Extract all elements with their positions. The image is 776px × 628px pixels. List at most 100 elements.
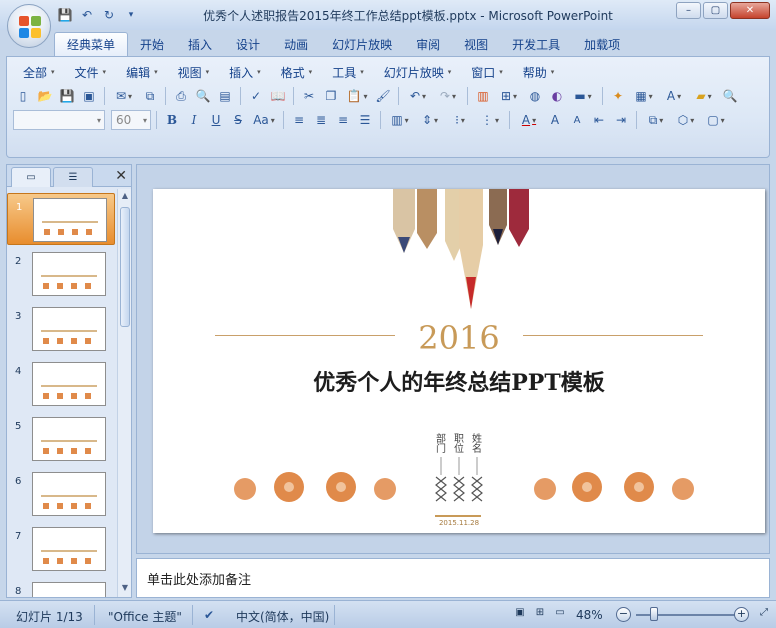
slide-thumbnail[interactable]: 4: [7, 358, 115, 410]
permission-icon[interactable]: ▣: [79, 86, 99, 106]
tab-8[interactable]: 开发工具: [500, 32, 572, 56]
scroll-thumb[interactable]: [120, 207, 130, 327]
tab-5[interactable]: 幻灯片放映: [320, 32, 404, 56]
fit-to-window-icon[interactable]: ⤢: [756, 607, 772, 622]
minimize-button[interactable]: –: [676, 2, 701, 19]
slide-thumbnail[interactable]: 2: [7, 248, 115, 300]
menu-item-7[interactable]: 幻灯片放映 ▾: [374, 63, 462, 81]
slide-thumbnail[interactable]: 7: [7, 523, 115, 575]
menu-item-5[interactable]: 格式 ▾: [271, 63, 323, 81]
columns-icon[interactable]: ▥: [386, 110, 414, 130]
menu-item-4[interactable]: 插入 ▾: [219, 63, 271, 81]
close-icon[interactable]: ✕: [115, 168, 127, 184]
copy-icon[interactable]: ❐: [321, 86, 341, 106]
zoom-slider-knob[interactable]: [650, 607, 658, 621]
slide-sorter-icon[interactable]: ⊞: [532, 607, 548, 622]
decrease-font-icon[interactable]: A: [567, 110, 587, 130]
menu-item-6[interactable]: 工具 ▾: [322, 63, 374, 81]
line-spacing-icon[interactable]: ⇕: [416, 110, 444, 130]
underline-icon[interactable]: U: [206, 110, 226, 130]
zoom-in-icon[interactable]: +: [734, 607, 749, 622]
language-status[interactable]: 中文(简体，中国): [236, 608, 329, 625]
cut-icon[interactable]: ✂: [299, 86, 319, 106]
tab-2[interactable]: 插入: [176, 32, 224, 56]
spelling-status-icon[interactable]: ✔: [204, 608, 214, 622]
align-right-icon[interactable]: ≡: [333, 110, 353, 130]
scroll-up-icon[interactable]: ▲: [120, 191, 130, 203]
slide-icon[interactable]: ▬: [569, 86, 597, 106]
save-icon[interactable]: 💾: [57, 86, 77, 106]
folder-icon[interactable]: ▰: [690, 86, 718, 106]
undo-icon[interactable]: ↶: [404, 86, 432, 106]
print-icon[interactable]: ⎙: [171, 86, 191, 106]
thumbnail-scrollbar[interactable]: ▲ ▼: [117, 189, 131, 597]
chart-icon[interactable]: ▥: [473, 86, 493, 106]
publish-icon[interactable]: ⧉: [140, 86, 160, 106]
font-size-combo[interactable]: 60 ▾: [111, 110, 151, 130]
decrease-indent-icon[interactable]: ⇤: [589, 110, 609, 130]
research-book-icon[interactable]: 📖: [268, 86, 288, 106]
slide-thumbnail[interactable]: 1: [7, 193, 115, 245]
tab-9[interactable]: 加载项: [572, 32, 632, 56]
new-slide-icon[interactable]: ✦: [608, 86, 628, 106]
color-icon[interactable]: ◐: [547, 86, 567, 106]
print-preview-icon[interactable]: 🔍: [193, 86, 213, 106]
slideshow-view-icon[interactable]: ▭: [552, 607, 568, 622]
menu-item-8[interactable]: 窗口 ▾: [461, 63, 513, 81]
zoom-level[interactable]: 48%: [576, 608, 603, 622]
tab-3[interactable]: 设计: [224, 32, 272, 56]
zoom-icon[interactable]: 🔍: [720, 86, 740, 106]
tab-0[interactable]: 经典菜单: [54, 32, 129, 56]
menu-item-1[interactable]: 文件 ▾: [65, 63, 117, 81]
arrange-icon[interactable]: ⧉: [642, 110, 670, 130]
layout-icon[interactable]: ▦: [630, 86, 658, 106]
menu-item-3[interactable]: 视图 ▾: [168, 63, 220, 81]
menu-item-9[interactable]: 帮助 ▾: [513, 63, 565, 81]
increase-indent-icon[interactable]: ⇥: [611, 110, 631, 130]
spelling-icon[interactable]: ✓: [246, 86, 266, 106]
tab-7[interactable]: 视图: [452, 32, 500, 56]
change-case-icon[interactable]: Aa: [250, 110, 278, 130]
align-center-icon[interactable]: ≣: [311, 110, 331, 130]
slide-thumbnail[interactable]: 5: [7, 413, 115, 465]
slide-thumbnail[interactable]: 6: [7, 468, 115, 520]
paste-icon[interactable]: 📋: [343, 86, 371, 106]
bold-icon[interactable]: B: [162, 110, 182, 130]
tab-6[interactable]: 审阅: [404, 32, 452, 56]
textbox-icon[interactable]: A: [660, 86, 688, 106]
strikethrough-icon[interactable]: S: [228, 110, 248, 130]
clip-art-icon[interactable]: ◍: [525, 86, 545, 106]
tab-slides[interactable]: ▭: [11, 167, 51, 187]
justify-icon[interactable]: ☰: [355, 110, 375, 130]
tab-1[interactable]: 开始: [128, 32, 176, 56]
slide-thumbnail[interactable]: 3: [7, 303, 115, 355]
shape-icon[interactable]: ⬡: [672, 110, 700, 130]
align-left-icon[interactable]: ≡: [289, 110, 309, 130]
open-icon[interactable]: 📂: [35, 86, 55, 106]
font-name-combo[interactable]: ▾: [13, 110, 105, 130]
redo-icon[interactable]: ↷: [434, 86, 462, 106]
maximize-button[interactable]: ▢: [703, 2, 728, 19]
table-icon[interactable]: ⊞: [495, 86, 523, 106]
research-icon[interactable]: ▤: [215, 86, 235, 106]
format-painter-icon[interactable]: 🖌: [373, 86, 393, 106]
email-icon[interactable]: ✉: [110, 86, 138, 106]
tab-outline[interactable]: ☰: [53, 167, 93, 187]
scroll-down-icon[interactable]: ▼: [120, 583, 130, 595]
numbering-icon[interactable]: ⋮: [476, 110, 504, 130]
tab-4[interactable]: 动画: [272, 32, 320, 56]
increase-font-icon[interactable]: A: [545, 110, 565, 130]
italic-icon[interactable]: I: [184, 110, 204, 130]
notes-pane[interactable]: 单击此处添加备注: [136, 558, 770, 598]
shape-outline-icon[interactable]: ▢: [702, 110, 730, 130]
current-slide[interactable]: 2016 优秀个人的年终总结PPT模板 部门 职位 姓名 2015.11.28: [153, 189, 765, 533]
new-icon[interactable]: ▯: [13, 86, 33, 106]
zoom-out-icon[interactable]: −: [616, 607, 631, 622]
slide-thumbnail[interactable]: 8: [7, 578, 115, 597]
menu-item-0[interactable]: 全部 ▾: [13, 63, 65, 81]
close-button[interactable]: ✕: [730, 2, 770, 19]
office-button[interactable]: [7, 4, 51, 48]
normal-view-icon[interactable]: ▣: [512, 607, 528, 622]
font-color-icon[interactable]: A: [515, 110, 543, 130]
bullets-icon[interactable]: ⁝: [446, 110, 474, 130]
